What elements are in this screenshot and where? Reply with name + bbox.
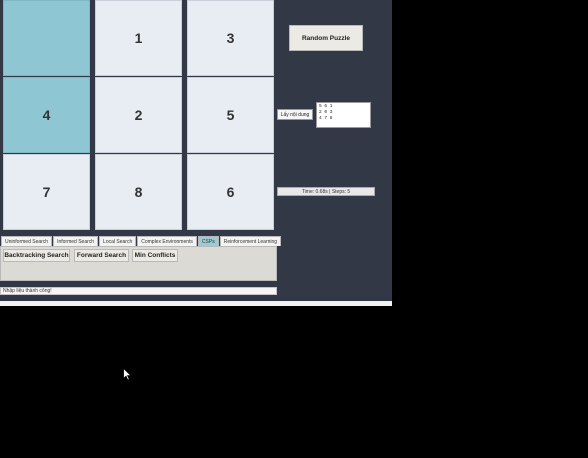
tile-1[interactable]: 1 [95, 0, 182, 76]
random-puzzle-button[interactable]: Random Puzzle [289, 25, 363, 51]
tile-6[interactable]: 6 [187, 154, 274, 230]
tab-uninformed-search[interactable]: Uninformed Search [1, 236, 53, 246]
algorithm-tabs: Uninformed Search Informed Search Local … [1, 236, 282, 246]
tile-5[interactable]: 5 [187, 77, 274, 153]
forward-search-button[interactable]: Forward Search [74, 249, 129, 262]
backtracking-search-button[interactable]: Backtracking Search [3, 249, 70, 262]
tile-8[interactable]: 8 [95, 154, 182, 230]
tile-empty[interactable] [3, 0, 90, 76]
tab-complex-environments[interactable]: Complex Environments [137, 236, 197, 246]
puzzle-input-field[interactable]: 5 6 1 2 0 3 4 7 8 [316, 102, 371, 128]
input-line: 4 7 8 [319, 116, 333, 121]
mouse-cursor-icon [123, 368, 132, 381]
tab-local-search[interactable]: Local Search [99, 236, 137, 246]
status-bar: Nhập liệu thành công! [0, 287, 277, 295]
app-window: 1 3 4 2 5 7 8 6 Random Puzzle Lấy nội du… [0, 0, 392, 301]
tile-2[interactable]: 2 [95, 77, 182, 153]
tab-informed-search[interactable]: Informed Search [53, 236, 99, 246]
tile-4[interactable]: 4 [3, 77, 90, 153]
tile-3[interactable]: 3 [187, 0, 274, 76]
tab-panel: Backtracking Search Forward Search Min C… [0, 246, 277, 281]
window-bottom-border [0, 301, 392, 306]
load-input-button[interactable]: Lấy nội dung [277, 109, 313, 120]
time-steps-label: Time: 0.68s | Steps: 5 [277, 187, 375, 196]
min-conflicts-button[interactable]: Min Conflicts [132, 249, 178, 262]
tile-7[interactable]: 7 [3, 154, 90, 230]
tab-reinforcement-learning[interactable]: Reinforcement Learning [219, 236, 282, 246]
tab-csps[interactable]: CSPs [197, 236, 219, 246]
